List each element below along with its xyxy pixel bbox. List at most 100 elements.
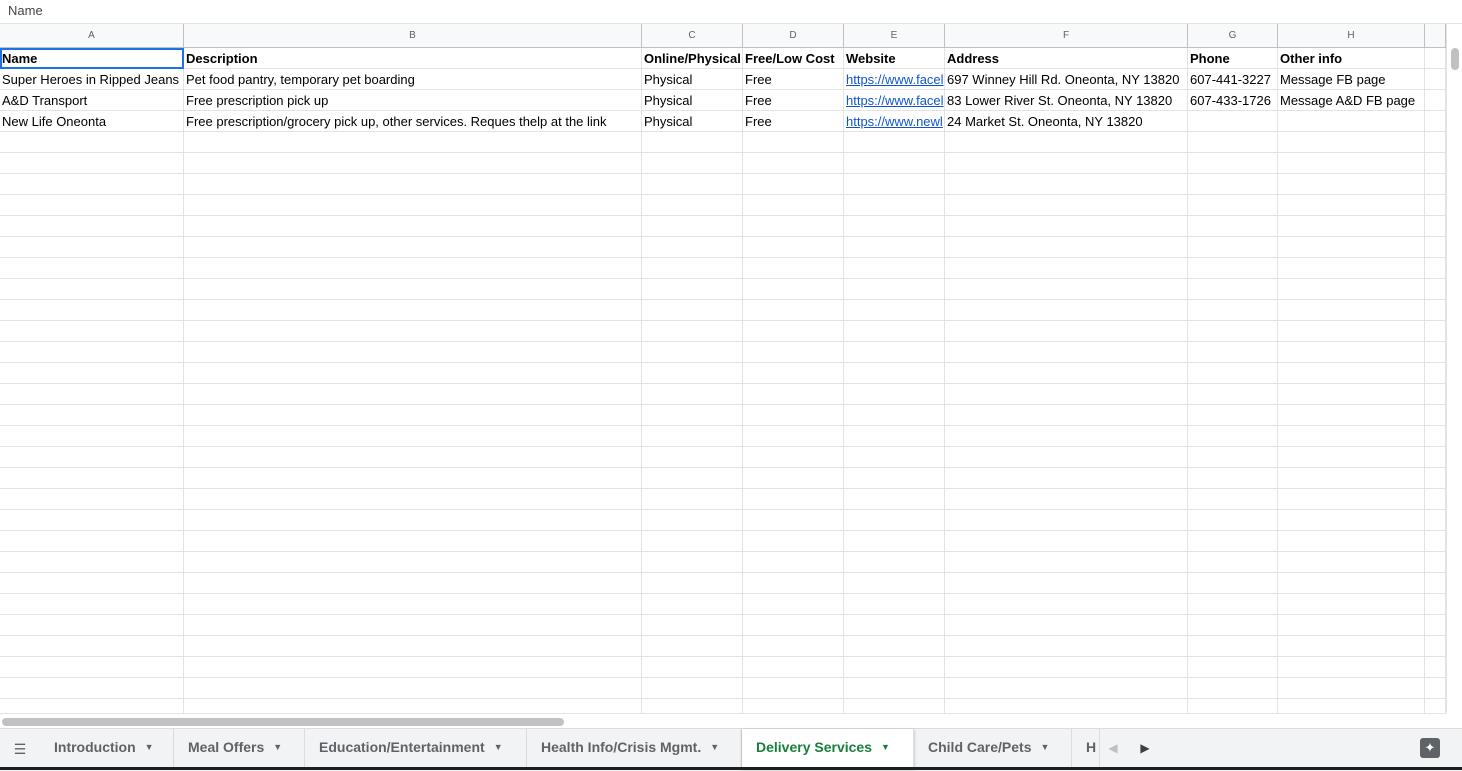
table-cell[interactable]: Name bbox=[0, 48, 184, 69]
table-cell[interactable] bbox=[184, 426, 642, 447]
table-cell[interactable] bbox=[945, 237, 1188, 258]
table-cell[interactable]: Website bbox=[844, 48, 945, 69]
table-cell[interactable] bbox=[945, 552, 1188, 573]
table-cell[interactable] bbox=[642, 195, 743, 216]
table-cell[interactable] bbox=[743, 132, 844, 153]
sheet-tab[interactable]: Meal Offers ▼ bbox=[174, 729, 305, 769]
table-cell[interactable] bbox=[1278, 363, 1425, 384]
table-cell[interactable] bbox=[1188, 594, 1278, 615]
table-cell[interactable] bbox=[184, 489, 642, 510]
table-cell[interactable] bbox=[1188, 300, 1278, 321]
table-cell[interactable] bbox=[1188, 384, 1278, 405]
table-cell[interactable] bbox=[743, 573, 844, 594]
table-cell[interactable] bbox=[642, 615, 743, 636]
table-cell[interactable] bbox=[642, 657, 743, 678]
table-cell[interactable] bbox=[945, 258, 1188, 279]
table-cell[interactable]: Free bbox=[743, 90, 844, 111]
table-cell[interactable] bbox=[844, 573, 945, 594]
table-cell[interactable] bbox=[184, 636, 642, 657]
table-cell[interactable] bbox=[1188, 279, 1278, 300]
table-cell[interactable] bbox=[844, 153, 945, 174]
table-cell[interactable] bbox=[1188, 195, 1278, 216]
table-cell[interactable] bbox=[1425, 552, 1446, 573]
table-cell[interactable] bbox=[844, 300, 945, 321]
table-cell[interactable]: Online/Physical bbox=[642, 48, 743, 69]
table-cell[interactable] bbox=[1188, 405, 1278, 426]
table-cell[interactable] bbox=[945, 636, 1188, 657]
table-cell[interactable]: Address bbox=[945, 48, 1188, 69]
vertical-scrollbar-thumb[interactable] bbox=[1451, 48, 1459, 70]
caret-down-icon[interactable]: ▼ bbox=[710, 742, 719, 752]
table-cell[interactable] bbox=[1188, 111, 1278, 132]
table-cell[interactable] bbox=[642, 699, 743, 713]
table-cell[interactable] bbox=[642, 510, 743, 531]
column-header-c[interactable]: C bbox=[642, 24, 743, 47]
table-cell[interactable]: Free/Low Cost bbox=[743, 48, 844, 69]
table-cell[interactable]: Free bbox=[743, 111, 844, 132]
table-cell[interactable] bbox=[184, 174, 642, 195]
table-cell[interactable] bbox=[1425, 342, 1446, 363]
table-cell[interactable] bbox=[1188, 510, 1278, 531]
table-cell[interactable] bbox=[1278, 405, 1425, 426]
table-cell[interactable] bbox=[1188, 174, 1278, 195]
table-cell[interactable] bbox=[184, 195, 642, 216]
table-cell[interactable] bbox=[743, 468, 844, 489]
column-header-e[interactable]: E bbox=[844, 24, 945, 47]
table-cell[interactable] bbox=[1278, 216, 1425, 237]
table-cell[interactable] bbox=[0, 237, 184, 258]
table-cell[interactable] bbox=[945, 384, 1188, 405]
table-cell[interactable] bbox=[184, 657, 642, 678]
table-cell[interactable] bbox=[1278, 594, 1425, 615]
table-cell[interactable] bbox=[0, 300, 184, 321]
table-cell[interactable]: Other info bbox=[1278, 48, 1425, 69]
table-cell[interactable] bbox=[0, 573, 184, 594]
table-cell[interactable] bbox=[1278, 489, 1425, 510]
table-cell[interactable]: Super Heroes in Ripped Jeans bbox=[0, 69, 184, 90]
table-cell[interactable] bbox=[945, 153, 1188, 174]
table-cell[interactable] bbox=[642, 279, 743, 300]
table-cell[interactable] bbox=[1425, 90, 1446, 111]
table-cell[interactable] bbox=[1278, 552, 1425, 573]
table-cell[interactable]: Message FB page bbox=[1278, 69, 1425, 90]
table-cell[interactable] bbox=[1278, 426, 1425, 447]
vertical-scrollbar[interactable] bbox=[1446, 24, 1462, 713]
table-cell[interactable] bbox=[0, 594, 184, 615]
table-cell[interactable] bbox=[945, 342, 1188, 363]
table-cell[interactable] bbox=[1278, 573, 1425, 594]
sheet-tab[interactable]: Health Info/Crisis Mgmt. ▼ bbox=[527, 729, 742, 769]
table-cell[interactable] bbox=[945, 573, 1188, 594]
table-cell[interactable] bbox=[1188, 426, 1278, 447]
table-cell[interactable] bbox=[184, 384, 642, 405]
table-cell[interactable] bbox=[642, 153, 743, 174]
table-cell[interactable] bbox=[184, 594, 642, 615]
table-cell[interactable] bbox=[184, 237, 642, 258]
table-cell[interactable] bbox=[1278, 531, 1425, 552]
table-cell[interactable] bbox=[945, 195, 1188, 216]
table-cell[interactable] bbox=[945, 657, 1188, 678]
table-cell[interactable] bbox=[844, 531, 945, 552]
table-cell[interactable] bbox=[642, 258, 743, 279]
table-cell[interactable] bbox=[1425, 321, 1446, 342]
table-cell[interactable] bbox=[844, 489, 945, 510]
table-cell[interactable] bbox=[184, 510, 642, 531]
table-cell[interactable] bbox=[844, 657, 945, 678]
column-header-h[interactable]: H bbox=[1278, 24, 1425, 47]
table-cell[interactable] bbox=[184, 699, 642, 713]
table-cell[interactable] bbox=[184, 468, 642, 489]
table-cell[interactable] bbox=[642, 300, 743, 321]
table-cell[interactable] bbox=[1425, 531, 1446, 552]
table-cell[interactable] bbox=[184, 573, 642, 594]
table-cell[interactable] bbox=[1425, 237, 1446, 258]
table-cell[interactable] bbox=[1278, 657, 1425, 678]
table-cell[interactable] bbox=[844, 342, 945, 363]
table-cell[interactable] bbox=[1278, 300, 1425, 321]
table-cell[interactable] bbox=[0, 195, 184, 216]
table-cell[interactable] bbox=[743, 636, 844, 657]
table-cell[interactable] bbox=[743, 657, 844, 678]
table-cell[interactable] bbox=[642, 573, 743, 594]
table-cell[interactable] bbox=[1425, 447, 1446, 468]
all-sheets-button[interactable]: ☰ bbox=[0, 729, 40, 769]
table-cell[interactable] bbox=[1425, 48, 1446, 69]
table-cell[interactable] bbox=[1425, 132, 1446, 153]
table-cell[interactable] bbox=[945, 279, 1188, 300]
